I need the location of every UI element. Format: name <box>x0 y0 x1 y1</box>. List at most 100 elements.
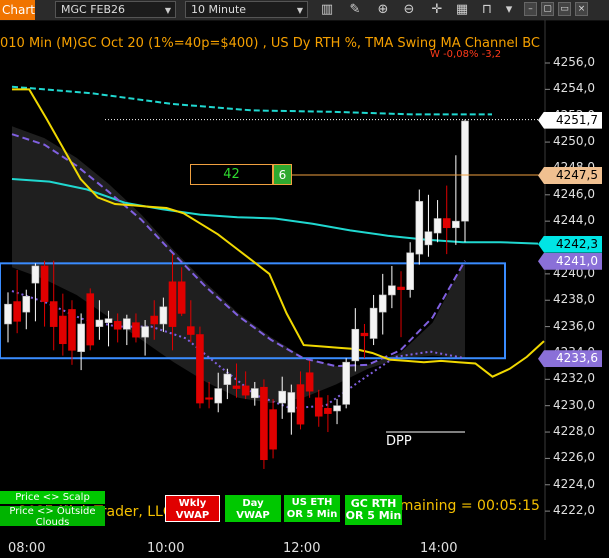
candle-body <box>95 319 104 327</box>
candle-body <box>113 321 122 330</box>
candle-body <box>324 408 332 414</box>
cursor-icon[interactable]: ▾ <box>500 1 518 19</box>
candle-body <box>424 231 433 246</box>
candle-body <box>150 315 159 325</box>
candle-body <box>68 309 76 351</box>
candle-body <box>77 323 85 352</box>
candle-body <box>104 318 113 323</box>
time-label: 12:00 <box>283 541 321 556</box>
candle-body <box>296 384 305 425</box>
order-count-badge[interactable]: 6 <box>273 164 292 185</box>
price-axis-label: 4230,0 <box>553 397 595 412</box>
chart-toolbar: Chart MGC FEB26 ▼ 10 Minute ▼ ▥ ✎ ⊕ ⊖ ✛ … <box>0 0 609 21</box>
candle-body <box>351 328 360 362</box>
price-tag: 4251,7 <box>538 111 602 129</box>
candle-body <box>132 322 140 338</box>
dpp-label: DPP <box>386 434 412 449</box>
candle-body <box>232 385 241 389</box>
candle-body <box>250 388 259 399</box>
candle-body <box>49 301 58 327</box>
zoom-out-icon[interactable]: ⊖ <box>400 1 418 19</box>
candle-body <box>278 390 287 404</box>
scalp-cloud-button[interactable]: Price <> Scalp Cloud <box>0 491 105 516</box>
grid-icon[interactable]: ▦ <box>453 1 471 19</box>
price-axis-label: 4254,0 <box>553 81 595 96</box>
price-tag: 4241,0 <box>538 252 602 270</box>
candle-body <box>452 220 460 229</box>
candle-body <box>260 386 268 461</box>
price-axis-label: 4244,0 <box>553 213 595 228</box>
interval-selector[interactable]: 10 Minute ▼ <box>185 1 308 18</box>
gc-rth-or-button[interactable]: GC RTH OR 5 Min <box>345 495 402 525</box>
candle-body <box>415 201 424 255</box>
chevron-down-icon: ▼ <box>164 6 171 15</box>
candle-body <box>433 218 442 234</box>
candle-body <box>333 405 341 412</box>
chart-tab[interactable]: Chart <box>0 0 35 20</box>
candle-body <box>141 326 149 338</box>
candle-body <box>86 293 95 346</box>
price-tag: 4242,3 <box>538 235 602 253</box>
candle-body <box>159 306 168 325</box>
day-vwap-button[interactable]: Day VWAP <box>225 495 281 522</box>
candle-body <box>168 281 177 327</box>
interval-label: 10 Minute <box>191 3 247 16</box>
candle-body <box>4 303 12 325</box>
time-label: 10:00 <box>147 541 185 556</box>
price-axis-label: 4224,0 <box>553 476 595 491</box>
price-axis-label: 4232,0 <box>553 371 595 386</box>
order-quantity[interactable]: 42 <box>190 164 273 185</box>
price-axis-label: 4256,0 <box>553 55 595 69</box>
crosshair-icon[interactable]: ✛ <box>428 1 446 19</box>
candle-body <box>214 388 223 404</box>
price-axis-label: 4250,0 <box>553 134 595 149</box>
pencil-icon[interactable]: ✎ <box>346 1 364 19</box>
price-axis-label: 4226,0 <box>553 450 595 465</box>
price-axis-label: 4236,0 <box>553 318 595 333</box>
candle-body <box>187 326 195 335</box>
price-chart[interactable] <box>0 20 609 558</box>
candle-body <box>388 285 396 296</box>
us-eth-or-button[interactable]: US ETH OR 5 Min <box>284 495 340 522</box>
wkly-vwap-button[interactable]: Wkly VWAP <box>165 495 220 522</box>
outside-clouds-button[interactable]: Price <> Outside Clouds <box>0 506 105 528</box>
candle-body <box>177 281 186 314</box>
candle-body <box>31 265 40 284</box>
candle-body <box>397 286 405 290</box>
price-axis <box>544 20 550 540</box>
time-label: 08:00 <box>8 541 46 556</box>
candle-body <box>59 315 67 345</box>
candle-body <box>442 218 451 229</box>
zoom-in-icon[interactable]: ⊕ <box>374 1 392 19</box>
candle-body <box>205 397 213 400</box>
restore-button[interactable]: ▭ <box>558 2 571 16</box>
candle-body <box>22 295 31 313</box>
candle-body <box>314 397 323 417</box>
magnet-icon[interactable]: ⊓ <box>478 1 496 19</box>
bars-icon[interactable]: ▥ <box>318 1 336 19</box>
candle-body <box>13 301 21 322</box>
candle-body <box>287 392 296 413</box>
price-axis-label: 4222,0 <box>553 503 595 518</box>
close-button[interactable]: × <box>575 2 588 16</box>
instrument-selector[interactable]: MGC FEB26 ▼ <box>55 1 176 18</box>
instrument-label: MGC FEB26 <box>61 3 126 16</box>
price-tag: 4247,5 <box>538 167 602 185</box>
candle-body <box>406 252 414 290</box>
time-label: 14:00 <box>420 541 458 556</box>
candle-body <box>123 318 131 330</box>
candle-body <box>305 372 314 392</box>
price-axis-label: 4246,0 <box>553 186 595 201</box>
minimize-button[interactable]: – <box>524 2 537 16</box>
candle-body <box>369 307 378 339</box>
candle-body <box>40 265 49 302</box>
chevron-down-icon: ▼ <box>296 6 303 15</box>
candle-body <box>241 385 250 396</box>
change-readout: W -0,08% -3,2 <box>430 49 502 60</box>
candle-body <box>269 409 277 450</box>
price-axis-label: 4228,0 <box>553 424 595 439</box>
candle-body <box>378 294 387 313</box>
price-tag: 4233,6 <box>538 350 602 368</box>
maximize-button[interactable]: ▢ <box>541 2 554 16</box>
candle-body <box>223 373 232 385</box>
